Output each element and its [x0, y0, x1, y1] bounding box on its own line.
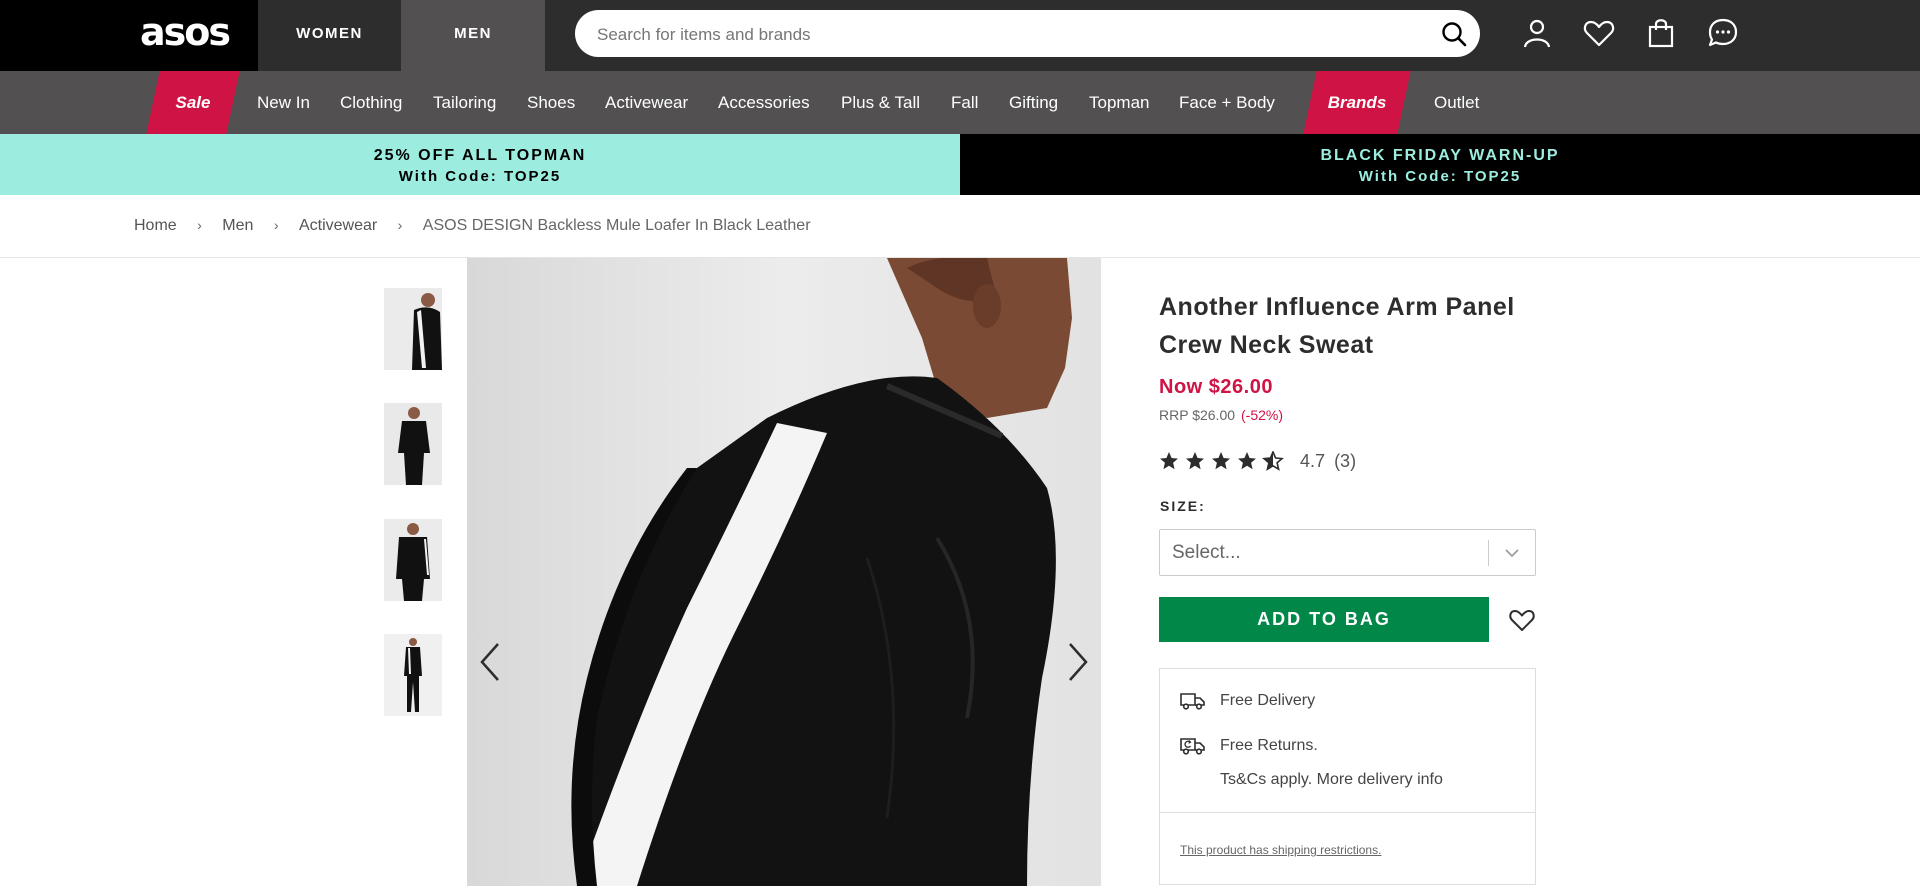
chat-icon[interactable] [1706, 16, 1740, 50]
size-label: SIZE: [1160, 498, 1206, 514]
thumbnail-3[interactable] [384, 519, 442, 601]
thumbnail-full-body-image [384, 634, 442, 716]
next-image-arrow-icon[interactable] [1062, 640, 1092, 684]
nav-clothing[interactable]: Clothing [340, 71, 402, 134]
rrp-price-line: RRP $26.00 (-52%) [1159, 407, 1283, 423]
discount-percentage: (-52%) [1241, 407, 1284, 423]
nav-plus-tall[interactable]: Plus & Tall [841, 71, 920, 134]
nav-sale[interactable]: Sale [146, 71, 240, 134]
thumbnail-side-view-image [384, 288, 442, 370]
chevron-down-icon [1505, 549, 1519, 558]
promo-black-friday-code: With Code: TOP25 [1358, 168, 1522, 185]
nav-brands[interactable]: Brands [1303, 71, 1411, 134]
delivery-terms-link[interactable]: Ts&Cs apply. More delivery info [1220, 768, 1443, 792]
breadcrumb-home[interactable]: Home [134, 217, 177, 235]
current-price: Now $26.00 [1159, 376, 1273, 398]
breadcrumb-separator: › [273, 217, 279, 233]
tab-men[interactable]: MEN [401, 0, 545, 71]
nav-brands-label: Brands [1327, 93, 1387, 112]
rrp-price: RRP $26.00 [1159, 407, 1236, 423]
nav-shoes[interactable]: Shoes [527, 71, 575, 134]
nav-gifting[interactable]: Gifting [1009, 71, 1058, 134]
account-icon[interactable] [1520, 16, 1554, 50]
promo-topman-headline: 25% OFF ALL TOPMAN [373, 147, 587, 164]
free-returns-row: Free Returns. [1160, 734, 1535, 758]
breadcrumb-separator: › [197, 217, 202, 233]
add-to-bag-button[interactable]: ADD TO BAG [1159, 597, 1489, 642]
rating-stars-icon [1160, 451, 1283, 471]
saved-items-icon[interactable] [1582, 16, 1616, 50]
promo-topman-code: With Code: TOP25 [398, 168, 562, 185]
category-nav: Sale New In Clothing Tailoring Shoes Act… [0, 71, 1920, 134]
nav-face-body[interactable]: Face + Body [1179, 71, 1275, 134]
breadcrumb-separator: › [397, 217, 403, 233]
promo-banner-topman[interactable]: 25% OFF ALL TOPMAN With Code: TOP25 [0, 134, 960, 195]
nav-tailoring[interactable]: Tailoring [433, 71, 496, 134]
breadcrumb-current: ASOS DESIGN Backless Mule Loafer In Blac… [422, 217, 811, 234]
product-photo [467, 258, 1101, 886]
returns-truck-icon [1180, 738, 1205, 755]
promo-banner-black-friday[interactable]: BLACK FRIDAY WARN-UP With Code: TOP25 [960, 134, 1920, 195]
search-bar [575, 10, 1480, 59]
review-count: (3) [1334, 450, 1357, 471]
search-input[interactable] [595, 10, 1419, 59]
delivery-truck-icon [1180, 693, 1205, 710]
promo-black-friday-headline: BLACK FRIDAY WARN-UP [1320, 147, 1560, 164]
thumbnail-2[interactable] [384, 403, 442, 485]
terms-row: Ts&Cs apply. More delivery info [1160, 768, 1535, 792]
thumbnail-1[interactable] [384, 288, 442, 370]
nav-sale-label: Sale [175, 93, 211, 112]
product-main-image [467, 258, 1101, 886]
breadcrumb-men[interactable]: Men [222, 217, 253, 235]
delivery-divider [1160, 812, 1535, 813]
save-for-later-heart-icon[interactable] [1508, 606, 1536, 634]
rating-value: 4.7 [1300, 450, 1326, 471]
thumbnail-front-view-image [384, 519, 442, 601]
bag-icon[interactable] [1644, 16, 1678, 50]
shipping-restrictions-link[interactable]: This product has shipping restrictions. [1180, 843, 1381, 857]
size-select-value: Select... [1172, 542, 1241, 563]
size-select[interactable]: Select... [1159, 529, 1536, 576]
delivery-info-box: Free Delivery Free Returns. Ts&Cs apply.… [1159, 668, 1536, 885]
nav-topman[interactable]: Topman [1089, 71, 1149, 134]
top-bar: asos WOMEN MEN [0, 0, 1920, 71]
free-returns-text: Free Returns. [1220, 737, 1318, 754]
previous-image-arrow-icon[interactable] [476, 640, 506, 684]
thumbnail-back-view-image [384, 403, 442, 485]
product-title: Another Influence Arm Panel Crew Neck Sw… [1159, 293, 1515, 359]
free-delivery-row: Free Delivery [1160, 689, 1535, 713]
breadcrumb-activewear[interactable]: Activewear [299, 217, 377, 235]
search-icon[interactable] [1440, 20, 1468, 48]
asos-logo[interactable]: asos [140, 12, 231, 52]
size-select-separator [1488, 540, 1489, 566]
breadcrumb: Home › Men › Activewear › ASOS DESIGN Ba… [134, 217, 811, 237]
logo-area[interactable]: asos [0, 0, 258, 71]
free-delivery-text: Free Delivery [1220, 692, 1316, 709]
nav-outlet[interactable]: Outlet [1434, 71, 1479, 134]
tab-women[interactable]: WOMEN [258, 0, 401, 71]
nav-fall[interactable]: Fall [951, 71, 978, 134]
nav-new-in[interactable]: New In [257, 71, 310, 134]
nav-activewear[interactable]: Activewear [605, 71, 688, 134]
thumbnail-4[interactable] [384, 634, 442, 716]
product-rating[interactable]: 4.7 (3) [1159, 450, 1356, 474]
nav-accessories[interactable]: Accessories [718, 71, 810, 134]
